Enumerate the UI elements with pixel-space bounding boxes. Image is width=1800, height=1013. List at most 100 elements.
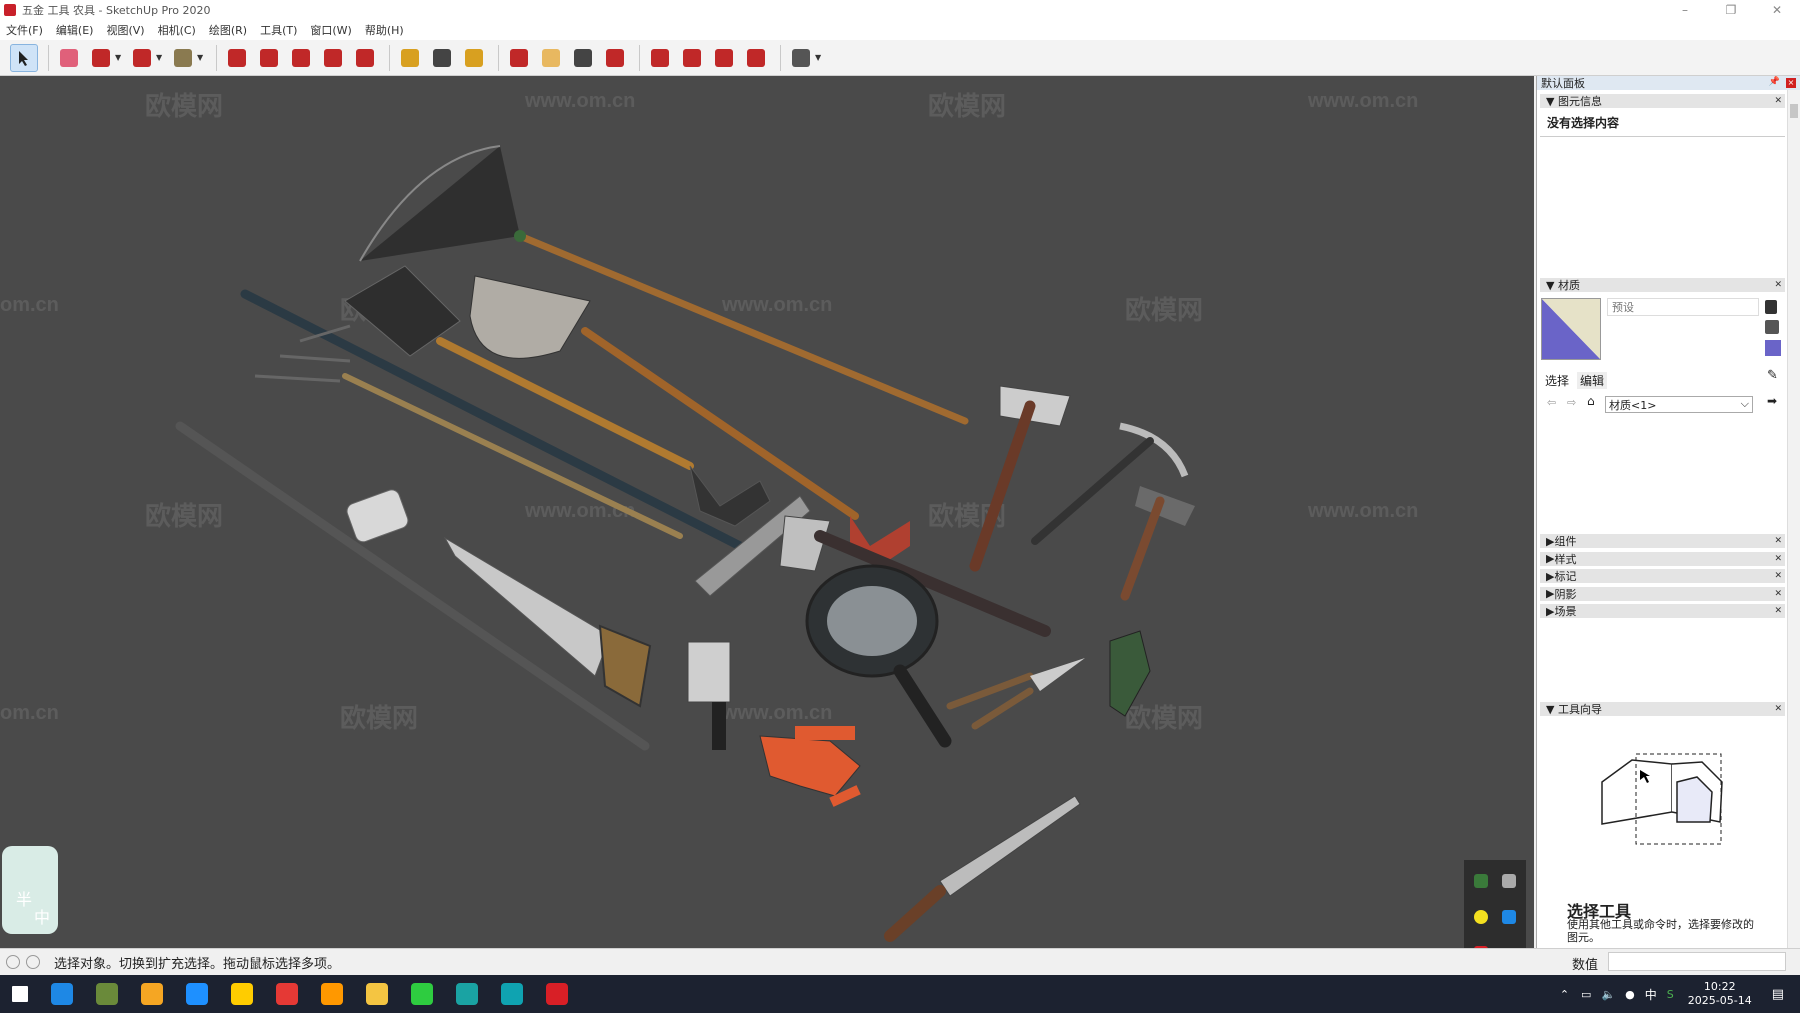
network-icon[interactable]: ▭ (1581, 988, 1591, 1001)
material-library-select[interactable]: 材质<1> ⌵ (1605, 396, 1753, 413)
taskbar-wechat-icon[interactable] (411, 983, 433, 1005)
text-tool[interactable] (428, 44, 456, 72)
zoom-tool[interactable] (569, 44, 597, 72)
back-arrow-icon[interactable]: ⇦ (1547, 396, 1556, 409)
taskbar-chrome-icon[interactable] (276, 983, 298, 1005)
close-button[interactable]: ✕ (1754, 0, 1800, 20)
menu-view[interactable]: 视图(V) (106, 22, 144, 38)
arc-tool[interactable] (128, 44, 156, 72)
ime-indicator[interactable]: 中 (1645, 986, 1657, 1003)
move-tool[interactable] (287, 44, 315, 72)
tape-measure-tool[interactable] (396, 44, 424, 72)
material-swatch[interactable] (1541, 298, 1601, 360)
menu-window[interactable]: 窗口(W) (310, 22, 351, 38)
menu-edit[interactable]: 编辑(E) (56, 22, 94, 38)
follow-me-tool[interactable] (255, 44, 283, 72)
taskbar-ie-icon[interactable] (51, 983, 73, 1005)
forward-arrow-icon[interactable]: ⇨ (1567, 396, 1576, 409)
warehouse-tool[interactable] (646, 44, 674, 72)
close-icon[interactable]: ✕ (1774, 571, 1782, 581)
taskbar-3dsmax-icon[interactable] (456, 983, 478, 1005)
app-tray-icon[interactable] (1502, 910, 1516, 924)
orbit-tool[interactable] (505, 44, 533, 72)
wechat-tray-icon[interactable]: ● (1625, 988, 1635, 1001)
chevron-down-icon[interactable]: ▼ (115, 44, 124, 72)
scroll-thumb[interactable] (1790, 104, 1798, 118)
chevron-down-icon[interactable]: ▼ (156, 44, 165, 72)
paint-bucket-tool[interactable] (460, 44, 488, 72)
close-icon[interactable]: ✕ (1774, 589, 1782, 599)
app-tray-icon[interactable] (1474, 874, 1488, 888)
measurements-input[interactable] (1608, 952, 1786, 971)
sync-icon[interactable]: S (1667, 988, 1674, 1001)
menu-tools[interactable]: 工具(T) (260, 22, 297, 38)
info-icon[interactable] (26, 955, 40, 969)
app-tray-icon[interactable] (1474, 910, 1488, 924)
tray-section-header[interactable]: ▶ 场景 ✕ (1540, 604, 1785, 618)
tray-section-header[interactable]: ▶ 组件 ✕ (1540, 534, 1785, 548)
push-pull-tool[interactable] (223, 44, 251, 72)
details-arrow-icon[interactable]: ➡ (1767, 394, 1777, 408)
app-tray-icon[interactable] (1502, 874, 1516, 888)
eraser-tool[interactable] (55, 44, 83, 72)
pan-tool[interactable] (537, 44, 565, 72)
taskbar-sublime-icon[interactable] (321, 983, 343, 1005)
create-material-icon[interactable] (1765, 320, 1779, 334)
eyedropper-icon[interactable]: ✎ (1767, 368, 1778, 383)
zoom-extents-tool[interactable] (601, 44, 629, 72)
tab-edit[interactable]: 编辑 (1577, 372, 1608, 389)
account-tool[interactable] (787, 44, 815, 72)
extension-warehouse-tool[interactable] (678, 44, 706, 72)
taskbar-player-icon[interactable] (231, 983, 253, 1005)
close-icon[interactable]: ✕ (1774, 704, 1782, 714)
taskbar-start-icon[interactable] (12, 986, 28, 1002)
taskbar-minecraft-icon[interactable] (96, 983, 118, 1005)
paste-icon[interactable] (1765, 300, 1777, 314)
default-material-icon[interactable] (1765, 340, 1781, 356)
tray-section-header[interactable]: ▶ 阴影 ✕ (1540, 586, 1785, 601)
tray-scrollbar[interactable] (1787, 90, 1800, 948)
minimize-button[interactable]: – (1662, 0, 1708, 20)
scale-tool[interactable] (351, 44, 379, 72)
instructor-header[interactable]: ▼ 工具向导 ✕ (1540, 702, 1785, 716)
restore-button[interactable]: ❐ (1708, 0, 1754, 20)
close-icon[interactable]: × (1786, 78, 1796, 88)
shape-tool[interactable] (169, 44, 197, 72)
tray-section-header[interactable]: ▶ 标记 ✕ (1540, 569, 1785, 583)
tray-section-header[interactable]: ▶ 样式 ✕ (1540, 551, 1785, 566)
clock[interactable]: 10:22 2025-05-14 (1688, 980, 1752, 1008)
entity-info-header[interactable]: ▼ 图元信息 ✕ (1540, 94, 1785, 108)
taskbar-edge-icon[interactable] (501, 983, 523, 1005)
rotate-tool[interactable] (319, 44, 347, 72)
select-tool[interactable] (10, 43, 38, 72)
material-name-field[interactable] (1607, 298, 1759, 316)
model-viewport[interactable]: 欧模网 www.om.cn 欧模网 www.om.cn om.cn 欧模网 ww… (0, 76, 1534, 948)
notification-icon[interactable]: ▤ (1772, 987, 1784, 1002)
volume-icon[interactable]: 🔈 (1601, 988, 1615, 1001)
close-icon[interactable]: ✕ (1774, 606, 1782, 616)
materials-header[interactable]: ▼ 材质 ✕ (1540, 278, 1785, 292)
menu-file[interactable]: 文件(F) (6, 22, 43, 38)
home-icon[interactable]: ⌂ (1587, 394, 1595, 408)
geo-location-icon[interactable] (6, 955, 20, 969)
close-icon[interactable]: ✕ (1774, 280, 1782, 290)
line-tool[interactable] (87, 44, 115, 72)
menu-help[interactable]: 帮助(H) (365, 22, 404, 38)
extension-manager-tool[interactable] (742, 44, 770, 72)
taskbar-explorer-icon[interactable] (366, 983, 388, 1005)
taskbar-security-icon[interactable] (186, 983, 208, 1005)
taskbar-media-icon[interactable] (141, 983, 163, 1005)
ime-badge[interactable]: 半 中 (2, 846, 58, 934)
chevron-up-icon[interactable]: ⌃ (1560, 988, 1569, 1001)
close-icon[interactable]: ✕ (1774, 554, 1782, 564)
tab-select[interactable]: 选择 (1545, 372, 1569, 389)
menu-draw[interactable]: 绘图(R) (209, 22, 247, 38)
chevron-down-icon[interactable]: ▼ (815, 44, 824, 72)
pin-icon[interactable]: 📌 (1769, 77, 1780, 87)
chevron-down-icon[interactable]: ▼ (197, 44, 206, 72)
send-to-layout-tool[interactable] (710, 44, 738, 72)
close-icon[interactable]: ✕ (1774, 536, 1782, 546)
menu-camera[interactable]: 相机(C) (158, 22, 196, 38)
close-icon[interactable]: ✕ (1774, 96, 1782, 106)
taskbar-sketchup-icon[interactable] (546, 983, 568, 1005)
